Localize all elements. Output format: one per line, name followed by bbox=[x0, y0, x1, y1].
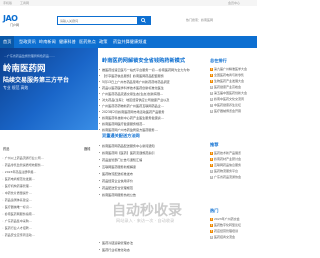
hot-item[interactable]: 4 医药招商交流会 bbox=[210, 235, 258, 240]
hot-item[interactable]: 2 医药数字化转型论坛 bbox=[210, 223, 258, 228]
rank-item[interactable]: 2 全国医药电商与新零售 bbox=[210, 73, 258, 78]
main-nav: 首页 型政资讯 岭南新闻 健康科普 医药热点 政策 药监共舞健康频道 bbox=[0, 36, 257, 48]
rank-item[interactable]: 7 中医药健康养生论坛 bbox=[210, 103, 258, 108]
list-item[interactable]: •医药行业人才招聘… bbox=[2, 226, 96, 232]
list-item[interactable]: •岭南医药网服务指南… bbox=[2, 212, 96, 218]
list-item[interactable]: 互联网医药服务新规解读 bbox=[99, 164, 204, 170]
nav-item-home[interactable]: 首页 bbox=[3, 39, 11, 45]
carousel-dots[interactable] bbox=[4, 118, 19, 130]
nav-item-regulation[interactable]: 政策 bbox=[99, 39, 107, 45]
rank-item[interactable]: 8 医疗器械博览会开幕 bbox=[210, 109, 258, 114]
recommend-item[interactable]: 1 医药技术新产品展览 bbox=[210, 151, 258, 156]
search-bar bbox=[57, 16, 151, 25]
nav-item-hot[interactable]: 医药热点 bbox=[79, 39, 96, 45]
list-item[interactable]: 医药冷链运输管理办法 bbox=[99, 240, 204, 246]
site-logo[interactable]: JAO 门户网 bbox=[3, 14, 23, 28]
rank-item[interactable]: 4 医药健康产业高峰会 bbox=[210, 85, 258, 90]
logo-subtext: 门户网 bbox=[10, 23, 20, 27]
section-header: 双重通关配送方法网 bbox=[99, 130, 204, 140]
list-item[interactable]: 岭南医药网服务热线公告 bbox=[99, 192, 204, 198]
list-item[interactable]: •医疗器械唯一标识… bbox=[2, 205, 96, 211]
list-item[interactable]: •药品零售监管提质增效服务… bbox=[2, 163, 96, 169]
recommend-item[interactable]: 5 广东省药品流通协会 bbox=[210, 175, 258, 180]
banner-subtitle: 陆续交易服务第三方平台 bbox=[3, 77, 70, 84]
watermark-title: 自动秒收录 bbox=[112, 203, 182, 219]
list-item[interactable]: 医药行业标准化动态 bbox=[99, 247, 204, 253]
list-item[interactable]: 岭南医药网药品配送服务中心新闻通知 bbox=[99, 143, 204, 149]
recommend-item[interactable]: 3 互联网药品信息服务 bbox=[210, 163, 258, 168]
member-link[interactable]: 会员中心 bbox=[228, 1, 240, 5]
headline-news: 岭南医药网解锁安全省钱购药新模式 推医药加速云医与一站式平台服务一切… 岭南医药… bbox=[99, 48, 204, 132]
nav-item-policy[interactable]: 型政资讯 bbox=[19, 39, 36, 45]
headline-title[interactable]: 岭南医药网解锁安全省钱购药新模式 bbox=[102, 57, 185, 64]
rank-item[interactable]: 6 岭南中医药文化交流周 bbox=[210, 97, 258, 102]
list-item[interactable]: •医药电商规范化发展… bbox=[2, 177, 96, 183]
hot-search-words[interactable]: 热门搜索：岭南医网 bbox=[186, 18, 213, 22]
section-title: 双重通关配送方法网 bbox=[102, 133, 140, 138]
list-item[interactable]: •广东药品集中采购… bbox=[2, 219, 96, 225]
mobile-link[interactable]: 手机版 bbox=[3, 1, 12, 5]
nav-item-news[interactable]: 岭南新闻 bbox=[39, 39, 56, 45]
banner-title: 岭南医药网 bbox=[3, 64, 46, 74]
bottom-left-panel: 药品 器械 •广州以上药品流通行业公司… •药品零售监管提质增效服务… •202… bbox=[0, 130, 98, 258]
nav-item-health[interactable]: 健康科普 bbox=[59, 39, 76, 45]
business-link[interactable]: 工商网 bbox=[20, 1, 29, 5]
list-item[interactable]: •药品追溯体系建设… bbox=[2, 198, 96, 204]
list-item[interactable]: •医疗机构药事管理… bbox=[2, 184, 96, 190]
list-item[interactable]: •2023年药品注册申报… bbox=[2, 170, 96, 176]
list-item[interactable]: 药品经营企业信用评价 bbox=[99, 178, 204, 184]
rank-item[interactable]: 5 第五届中国医药创新大会 bbox=[210, 91, 258, 96]
site-header: JAO 门户网 热门搜索：岭南医网 bbox=[0, 6, 257, 36]
search-input[interactable] bbox=[60, 18, 130, 24]
hot-title: 热门 bbox=[210, 208, 219, 213]
promo-banner[interactable]: ...广东省药品监督管理局特色药品…… 岭南医药网 陆续交易服务第三方平台 专业… bbox=[0, 48, 98, 130]
nav-item-channel[interactable]: 药监共舞健康频道 bbox=[113, 39, 147, 45]
list-item[interactable]: •广州以上药品流通行业公司… bbox=[2, 156, 96, 162]
search-icon bbox=[141, 18, 146, 23]
watermark-caption: 网站录入 · 来访一次 · 自动收录 bbox=[116, 218, 175, 223]
list-item[interactable]: 岭南医药网【医药】医药流通规范指引 bbox=[99, 150, 204, 156]
rank-item[interactable]: 3 生物医药产业发展大会 bbox=[210, 79, 258, 84]
list-item[interactable]: 医药物流配送标准发布 bbox=[99, 171, 204, 177]
list-item[interactable]: •中药饮片质量提升… bbox=[2, 191, 96, 197]
rank-item[interactable]: 1 第九届广州精准医学大会 bbox=[210, 67, 258, 72]
right-sidebar: 总在排行 1 第九届广州精准医学大会 2 全国医药电商与新零售 3 生物医药产业发展大… bbox=[206, 48, 257, 258]
recommend-title: 推荐 bbox=[210, 142, 219, 147]
hot-item[interactable]: 1 2023年广州药交会 bbox=[210, 217, 258, 222]
watermark: 自动秒收录 网站录入 · 来访一次 · 自动收录 bbox=[112, 200, 202, 230]
list-item[interactable]: •药品安全宣传周活动… bbox=[2, 233, 96, 239]
banner-tagline: 专业 规范 高效 bbox=[3, 85, 29, 90]
tab-devices[interactable]: 器械 bbox=[84, 146, 90, 152]
banner-deco-text: ...广东省药品监督管理局特色药品…… bbox=[4, 54, 55, 58]
recommend-item[interactable]: 2 岭南药材产业研讨会 bbox=[210, 157, 258, 162]
hot-item[interactable]: 3 药店经营管理培训 bbox=[210, 229, 258, 234]
logo-text: JAO bbox=[3, 14, 18, 23]
search-button[interactable] bbox=[137, 16, 151, 25]
list-item[interactable]: 药品监管部门公告与通知汇编 bbox=[99, 157, 204, 163]
rank-title: 总在排行 bbox=[210, 58, 227, 63]
tab-drugs[interactable]: 药品 bbox=[3, 146, 9, 152]
recommend-item[interactable]: 4 医药物流服务平台 bbox=[210, 169, 258, 174]
list-item[interactable]: 药品配送安全管理规范 bbox=[99, 185, 204, 191]
